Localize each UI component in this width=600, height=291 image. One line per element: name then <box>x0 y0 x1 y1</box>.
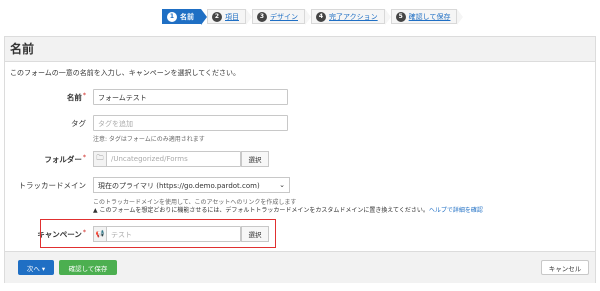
folder-label: フォルダー* <box>44 154 86 164</box>
step-number: 2 <box>212 11 222 22</box>
review-save-button[interactable]: 確認して保存 <box>59 260 117 275</box>
folder-icon: 🗀 <box>93 151 107 167</box>
wizard-step-fields[interactable]: 2 項目 <box>207 9 252 25</box>
help-link[interactable]: ヘルプで詳細を確認 <box>429 207 483 214</box>
name-input[interactable]: フォームテスト <box>93 89 288 105</box>
wizard-step-design[interactable]: 3 デザイン <box>252 9 311 25</box>
tag-help-text: 注意: タグはフォームにのみ適用されます <box>93 136 205 143</box>
cancel-button[interactable]: キャンセル <box>541 260 589 275</box>
step-label: 確認して保存 <box>408 12 451 21</box>
step-label: 名前 <box>180 12 194 21</box>
chevron-down-icon: ⌄ <box>279 181 285 189</box>
tracker-warning: ▲ このフォームを想定どおりに機能させるには、デフォルトトラッカードメインをカス… <box>93 207 483 214</box>
panel-description: このフォームの一意の名前を入力し、キャンペーンを選択してください。 <box>10 69 241 77</box>
tag-label: タグ <box>71 119 86 128</box>
tag-input[interactable]: タグを追加 <box>93 115 288 131</box>
wizard-step-completion-actions[interactable]: 4 完了アクション <box>311 9 391 25</box>
tracker-domain-value: 現在のプライマリ (https://go.demo.pardot.com) <box>98 182 260 190</box>
step-number: 3 <box>257 11 267 22</box>
wizard-steps: 1 名前 2 項目 3 デザイン 4 完了アクション 5 確認して保存 <box>162 8 464 25</box>
wizard-step-review-save[interactable]: 5 確認して保存 <box>390 9 464 25</box>
wizard-step-name[interactable]: 1 名前 <box>162 9 207 25</box>
campaign-highlight-box <box>40 219 276 248</box>
tracker-domain-select[interactable]: 現在のプライマリ (https://go.demo.pardot.com) ⌄ <box>93 177 290 193</box>
required-marker: * <box>82 92 86 99</box>
name-label: 名前* <box>66 92 86 102</box>
step-number: 1 <box>167 11 177 22</box>
tracker-domain-label: トラッカードメイン <box>18 181 87 190</box>
folder-input[interactable]: /Uncategorized/Forms <box>106 151 241 167</box>
next-button[interactable]: 次へ ▾ <box>18 260 54 275</box>
form-footer: 次へ ▾ 確認して保存 キャンセル <box>5 251 595 283</box>
required-marker: * <box>82 154 86 161</box>
step-label: 項目 <box>225 12 239 21</box>
step-number: 5 <box>395 11 406 22</box>
panel-title: 名前 <box>5 37 595 62</box>
step-number: 4 <box>316 11 326 22</box>
folder-select-button[interactable]: 選択 <box>241 151 269 167</box>
step-label: デザイン <box>270 12 298 21</box>
step-label: 完了アクション <box>329 12 378 21</box>
